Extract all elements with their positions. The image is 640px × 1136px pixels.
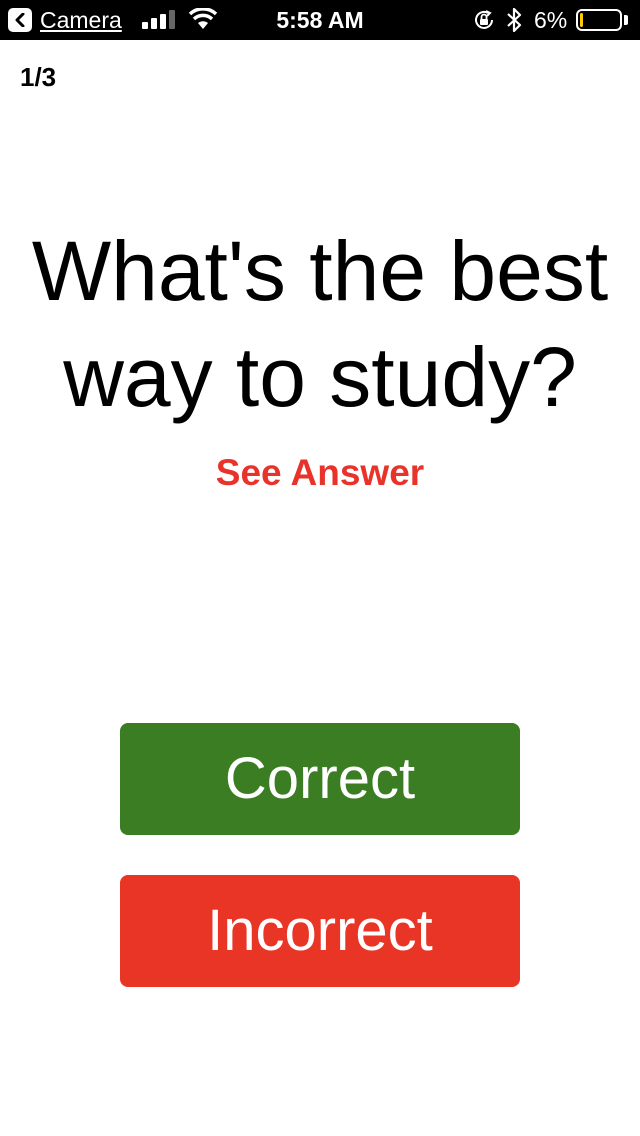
battery-percent: 6% — [534, 7, 568, 33]
incorrect-button[interactable]: Incorrect — [120, 875, 520, 987]
bluetooth-icon — [506, 7, 522, 38]
back-to-app-label[interactable]: Camera — [40, 7, 122, 33]
battery-icon — [576, 9, 622, 31]
correct-button[interactable]: Correct — [120, 723, 520, 835]
status-bar: Camera 5:58 AM 6% — [0, 0, 640, 40]
cellular-signal-icon — [142, 9, 176, 34]
wifi-icon — [188, 7, 218, 35]
status-time: 5:58 AM — [276, 7, 364, 33]
battery-level-fill — [580, 13, 583, 27]
back-to-app-icon[interactable] — [8, 8, 32, 32]
battery-tip — [624, 15, 628, 25]
orientation-lock-icon — [472, 8, 496, 37]
see-answer-link[interactable]: See Answer — [0, 452, 640, 494]
card-progress: 1/3 — [20, 62, 57, 92]
question-text: What's the best way to study? — [31, 224, 609, 424]
